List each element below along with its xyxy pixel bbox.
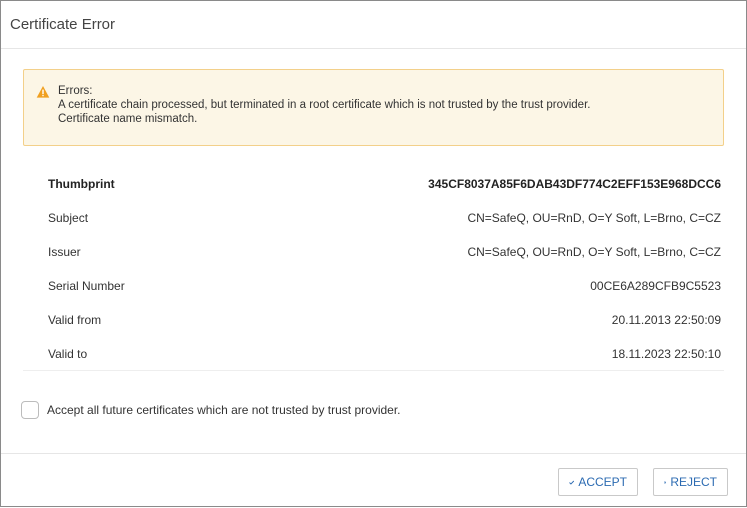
accept-all-label: Accept all future certificates which are… [47,403,401,417]
detail-value: 345CF8037A85F6DAB43DF774C2EFF153E968DCC6 [428,177,721,191]
certificate-details: Thumbprint 345CF8037A85F6DAB43DF774C2EFF… [23,167,724,371]
detail-row-valid-to: Valid to 18.11.2023 22:50:10 [23,337,724,371]
reject-button[interactable]: REJECT [653,468,728,496]
warning-icon [36,86,50,98]
detail-value: 20.11.2013 22:50:09 [611,313,721,327]
detail-label: Valid to [48,346,88,361]
dialog-title: Certificate Error [10,16,116,33]
detail-value: 18.11.2023 22:50:10 [611,346,721,361]
check-icon [569,480,575,485]
alert-heading: Errors: [58,85,93,97]
detail-row-thumbprint: Thumbprint 345CF8037A85F6DAB43DF774C2EFF… [23,167,724,201]
alert-message: A certificate chain processed, but termi… [58,99,591,111]
detail-label: Thumbprint [48,177,115,191]
detail-label: Valid from [48,313,102,327]
detail-row-issuer: Issuer CN=SafeQ, OU=RnD, O=Y Soft, L=Brn… [23,235,724,269]
detail-value: CN=SafeQ, OU=RnD, O=Y Soft, L=Brno, C=CZ [467,211,721,225]
reject-button-label: REJECT [670,475,717,489]
accept-button[interactable]: ACCEPT [558,468,638,496]
detail-label: Serial Number [48,279,125,293]
alert-message: Certificate name mismatch. [58,113,198,125]
close-icon [664,480,667,484]
detail-row-serial-number: Serial Number 00CE6A289CFB9C5523 [23,269,724,303]
alert-text: Errors: A certificate chain processed, b… [58,84,590,126]
detail-value: 00CE6A289CFB9C5523 [590,279,721,293]
accept-all-option[interactable]: Accept all future certificates which are… [21,401,724,419]
detail-row-valid-from: Valid from 20.11.2013 22:50:09 [23,303,724,337]
dialog-header: Certificate Error [1,1,746,49]
detail-value: CN=SafeQ, OU=RnD, O=Y Soft, L=Brno, C=CZ [467,245,721,259]
detail-row-subject: Subject CN=SafeQ, OU=RnD, O=Y Soft, L=Br… [23,201,724,235]
dialog-body: Errors: A certificate chain processed, b… [1,49,746,419]
accept-all-checkbox[interactable] [21,401,39,419]
detail-label: Subject [48,211,89,225]
error-alert: Errors: A certificate chain processed, b… [23,69,724,146]
dialog-footer: ACCEPT REJECT [1,453,746,508]
certificate-error-dialog: Certificate Error Errors: A certificate … [0,0,747,507]
accept-button-label: ACCEPT [578,475,627,489]
detail-label: Issuer [48,245,81,259]
